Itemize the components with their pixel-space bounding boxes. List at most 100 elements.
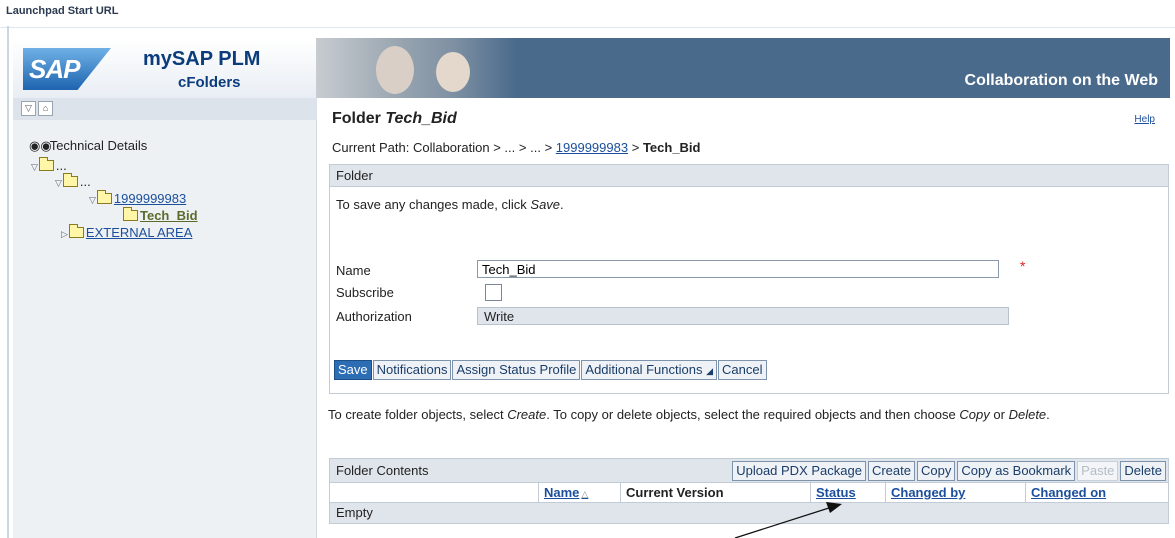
product-title: mySAP PLM: [143, 48, 261, 70]
column-divider: [810, 483, 811, 503]
assign-status-profile-button[interactable]: Assign Status Profile: [452, 360, 581, 380]
folder-contents-table: Folder Contents Upload PDX Package Creat…: [329, 458, 1169, 524]
column-divider: [885, 483, 886, 503]
table-empty-row: Empty: [330, 503, 1168, 523]
breadcrumb-separator: >: [631, 140, 640, 155]
column-header-status[interactable]: Status: [816, 485, 856, 500]
breadcrumb-current: Tech_Bid: [642, 140, 701, 155]
banner-photo-person: [436, 52, 470, 92]
subscribe-label: Subscribe: [336, 285, 394, 300]
additional-functions-label: Additional Functions: [585, 362, 703, 377]
page-title-prefix: Folder: [332, 110, 381, 127]
folder-objects-instructions: To create folder objects, select Create.…: [328, 406, 1148, 424]
breadcrumb-separator: >: [518, 140, 527, 155]
instructions-text: . To copy or delete objects, select the …: [546, 407, 956, 422]
product-subtitle: cFolders: [178, 74, 241, 91]
breadcrumb-item: Collaboration: [412, 140, 490, 155]
folder-actions: Save Notifications Assign Status Profile…: [334, 360, 767, 380]
save-button[interactable]: Save: [334, 360, 372, 380]
window-title: Launchpad Start URL: [6, 5, 119, 17]
help-link[interactable]: Help: [1134, 114, 1155, 125]
column-divider: [620, 483, 621, 503]
navigation-tree-pane: ▽ ⌂ ◉◉Technical Details ▽... ▽... ▽ 19999…: [13, 98, 317, 538]
name-field[interactable]: [477, 260, 999, 278]
authorization-value: Write: [477, 307, 1009, 325]
save-hint: To save any changes made, click Save.: [336, 197, 564, 212]
save-hint-suffix: .: [560, 197, 564, 212]
collapse-all-icon[interactable]: ▽: [21, 101, 36, 116]
column-header-name[interactable]: Name △: [544, 485, 588, 500]
banner-photo: [316, 38, 516, 98]
delete-button[interactable]: Delete: [1120, 461, 1166, 481]
instructions-em: Delete: [1008, 407, 1047, 422]
tree-item-external-area[interactable]: ▷ EXTERNAL AREA: [61, 224, 192, 240]
instructions-em: Create: [507, 407, 547, 422]
table-buttons: Upload PDX Package Create Copy Copy as B…: [732, 461, 1166, 481]
expand-toggle-icon[interactable]: ▽: [55, 178, 62, 188]
tree-item-technical-details[interactable]: ◉◉Technical Details: [29, 138, 147, 154]
sort-ascending-icon: △: [581, 489, 589, 499]
sap-logo-text: SAP: [29, 54, 80, 84]
breadcrumb-separator: >: [493, 140, 501, 155]
panel-header: Folder: [330, 165, 1168, 187]
tree-item-1999999983[interactable]: ▽ 1999999983: [89, 190, 186, 206]
save-hint-em: Save: [530, 197, 561, 212]
page-title-folder-name: Tech_Bid: [385, 110, 457, 127]
menu-arrow-icon: ◢: [706, 366, 714, 376]
column-header-current-version: Current Version: [626, 485, 724, 500]
upload-pdx-package-button[interactable]: Upload PDX Package: [732, 461, 866, 481]
copy-as-bookmark-button[interactable]: Copy as Bookmark: [957, 461, 1076, 481]
breadcrumb-item: ...: [530, 140, 541, 155]
folder-icon: [62, 173, 78, 187]
tree-item-ellipsis-2[interactable]: ▽...: [55, 173, 91, 189]
page-title: Folder Tech_Bid: [332, 110, 457, 128]
window-titlebar: Launchpad Start URL: [0, 0, 1175, 28]
save-hint-text: To save any changes made, click: [336, 197, 527, 212]
binoculars-icon: ◉◉: [29, 138, 52, 153]
tree-item-link[interactable]: 1999999983: [114, 191, 186, 206]
tree-item-label: ...: [55, 158, 67, 173]
column-header-label: Name: [544, 485, 580, 500]
required-mark: *: [1020, 258, 1026, 274]
tree-item-link[interactable]: Tech_Bid: [140, 208, 198, 223]
tree-item-tech-bid[interactable]: Tech_Bid: [123, 207, 198, 223]
column-divider: [1025, 483, 1026, 503]
expand-toggle-icon[interactable]: ▷: [61, 229, 68, 239]
tree-item-ellipsis-1[interactable]: ▽...: [31, 157, 67, 173]
folder-icon: [38, 157, 54, 171]
left-frame-border: [7, 26, 9, 538]
expand-toggle-icon[interactable]: ▽: [31, 162, 38, 172]
table-toolbar: Folder Contents Upload PDX Package Creat…: [330, 459, 1168, 483]
expand-toggle-icon[interactable]: ▽: [89, 195, 96, 205]
additional-functions-button[interactable]: Additional Functions ◢: [581, 360, 718, 380]
subscribe-checkbox[interactable]: [485, 284, 502, 301]
tree-item-label: Technical Details: [49, 138, 148, 153]
instructions-em: Copy: [959, 407, 990, 422]
go-up-icon[interactable]: ⌂: [38, 101, 53, 116]
paste-button[interactable]: Paste: [1077, 461, 1119, 481]
tree-toolbar: ▽ ⌂: [13, 98, 317, 120]
name-label: Name: [336, 263, 371, 278]
create-button[interactable]: Create: [867, 461, 915, 481]
copy-button[interactable]: Copy: [916, 461, 956, 481]
tree-item-link[interactable]: EXTERNAL AREA: [86, 225, 192, 240]
logo-area: SAP mySAP PLM cFolders: [13, 38, 316, 98]
authorization-label: Authorization: [336, 309, 412, 324]
instructions-text: To create folder objects, select: [328, 407, 504, 422]
main-content: Folder Tech_Bid Help Current Path: Colla…: [318, 98, 1175, 538]
column-header-changed-on[interactable]: Changed on: [1031, 485, 1106, 500]
column-header-changed-by[interactable]: Changed by: [891, 485, 965, 500]
cancel-button[interactable]: Cancel: [718, 360, 767, 380]
column-divider: [538, 483, 539, 503]
table-title: Folder Contents: [336, 463, 429, 478]
sap-logo: SAP: [23, 48, 111, 90]
instructions-text: .: [1046, 407, 1050, 422]
breadcrumb-item: ...: [504, 140, 516, 155]
app-header-banner: SAP mySAP PLM cFolders Collaboration on …: [13, 38, 1170, 98]
breadcrumb-separator: >: [544, 140, 553, 155]
notifications-button[interactable]: Notifications: [372, 360, 452, 380]
folder-icon: [68, 224, 84, 238]
breadcrumb-link[interactable]: 1999999983: [556, 140, 628, 155]
breadcrumb-label: Current Path:: [332, 140, 410, 155]
banner-photo-person: [376, 46, 414, 94]
